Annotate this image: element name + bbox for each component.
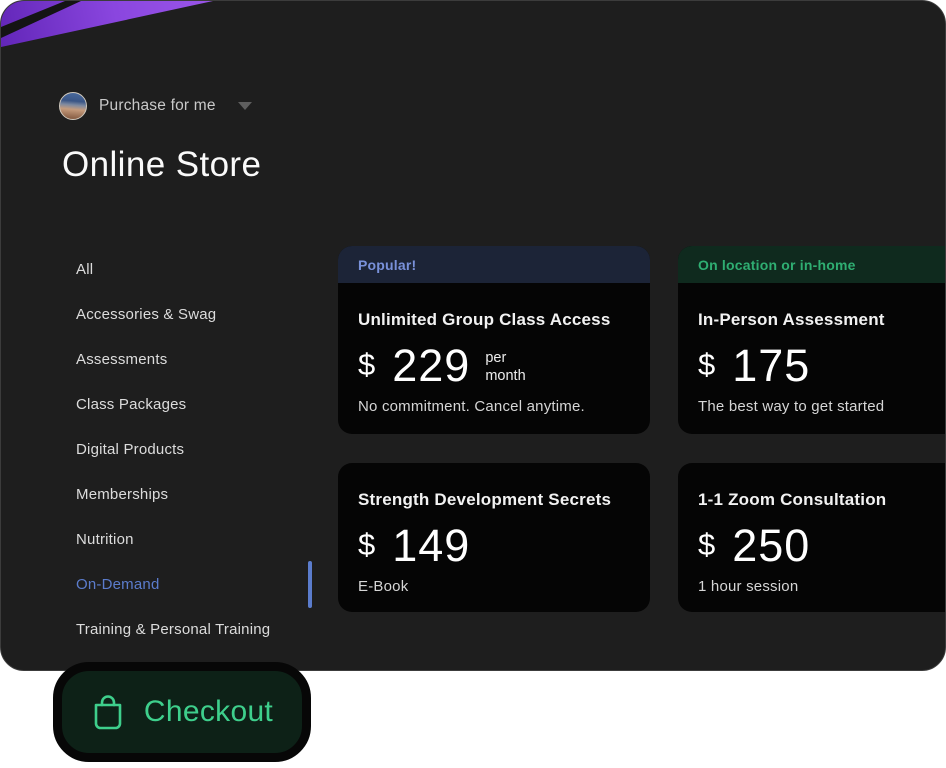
sidebar-item-memberships[interactable]: Memberships [76,472,306,517]
chevron-down-icon [237,102,252,110]
product-subtext: No commitment. Cancel anytime. [358,398,585,415]
product-title: 1-1 Zoom Consultation [698,490,887,509]
purchase-for-label: Purchase for me [99,97,216,114]
store-window-panel: Purchase for me Online Store All Accesso… [0,0,946,671]
product-subtext: 1 hour session [698,578,799,595]
sidebar-item-on-demand[interactable]: On-Demand [76,562,306,607]
product-price: $ 250 [698,519,945,571]
purple-swoosh-decoration [1,1,213,47]
shopping-bag-icon [94,695,122,730]
price-currency: $ [358,527,376,562]
card-body: Strength Development Secrets $ 149 E-Boo… [338,463,650,611]
sidebar-item-digital-products[interactable]: Digital Products [76,427,306,472]
price-amount: 149 [392,519,471,571]
online-store-page: Purchase for me Online Store All Accesso… [0,0,946,768]
price-amount: 175 [732,339,811,391]
price-amount: 250 [732,519,811,571]
price-amount: 229 [392,339,471,391]
price-currency: $ [698,527,716,562]
product-price: $ 229 per month [358,339,630,391]
sidebar-scrollbar-thumb[interactable] [308,561,312,608]
product-card-1-1-zoom-consultation[interactable]: 1-1 Zoom Consultation $ 250 1 hour sessi… [678,463,945,612]
sidebar-item-nutrition[interactable]: Nutrition [76,517,306,562]
card-body: Unlimited Group Class Access $ 229 per m… [338,283,650,431]
price-period-line1: per [485,349,507,366]
sidebar-item-training-personal-training[interactable]: Training & Personal Training [76,607,306,652]
price-period: per month [485,349,525,385]
product-card-in-person-assessment[interactable]: On location or in-home In-Person Assessm… [678,246,945,434]
product-subtext: E-Book [358,578,409,595]
on-location-badge: On location or in-home [678,246,945,283]
user-avatar [59,92,87,120]
category-sidebar: All Accessories & Swag Assessments Class… [76,247,306,652]
page-title: Online Store [62,145,262,184]
product-price: $ 175 [698,339,945,391]
sidebar-item-assessments[interactable]: Assessments [76,337,306,382]
card-body: In-Person Assessment $ 175 The best way … [678,283,945,431]
product-title: In-Person Assessment [698,310,885,329]
purchase-for-dropdown[interactable]: Purchase for me [59,92,252,120]
price-currency: $ [358,347,376,382]
product-card-unlimited-group-class-access[interactable]: Popular! Unlimited Group Class Access $ … [338,246,650,434]
price-currency: $ [698,347,716,382]
checkout-button[interactable]: Checkout [53,662,311,762]
product-title: Strength Development Secrets [358,490,612,509]
product-subtext: The best way to get started [698,398,885,415]
popular-badge: Popular! [338,246,650,283]
product-title: Unlimited Group Class Access [358,310,611,329]
checkout-label: Checkout [143,695,274,728]
sidebar-item-accessories-swag[interactable]: Accessories & Swag [76,292,306,337]
sidebar-item-all[interactable]: All [76,247,306,292]
product-price: $ 149 [358,519,630,571]
product-card-strength-development-secrets[interactable]: Strength Development Secrets $ 149 E-Boo… [338,463,650,612]
sidebar-item-class-packages[interactable]: Class Packages [76,382,306,427]
price-period-line2: month [485,368,526,384]
card-body: 1-1 Zoom Consultation $ 250 1 hour sessi… [678,463,945,611]
